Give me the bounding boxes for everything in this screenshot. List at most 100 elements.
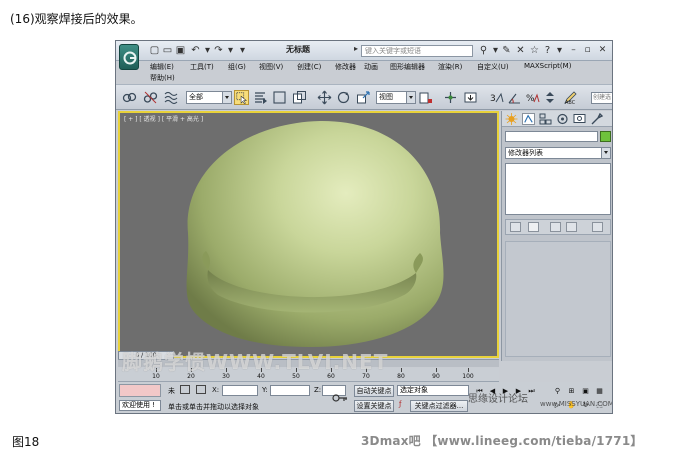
keyboard-shortcut-icon[interactable] bbox=[463, 90, 478, 105]
command-panel: 修改器列表 bbox=[501, 111, 612, 361]
remove-modifier-icon[interactable] bbox=[566, 222, 577, 232]
favorites-icon[interactable]: ☆ bbox=[528, 44, 541, 57]
pin-stack-icon[interactable] bbox=[510, 222, 521, 232]
zoom-all-icon[interactable]: ⊞ bbox=[566, 386, 577, 396]
menu-views[interactable]: 视图(V) bbox=[259, 62, 283, 72]
object-name-field[interactable] bbox=[505, 131, 598, 142]
scale-icon[interactable] bbox=[356, 90, 371, 105]
svg-text:3: 3 bbox=[490, 94, 496, 104]
chevron-right-icon: ▸ bbox=[354, 44, 359, 53]
spinner-snap-icon[interactable] bbox=[543, 90, 558, 105]
create-tab-icon[interactable] bbox=[505, 113, 518, 125]
set-key-button[interactable]: 设置关键点 bbox=[354, 400, 394, 412]
search-input[interactable]: 键入关键字或短语 bbox=[361, 45, 473, 57]
modifier-stack[interactable] bbox=[505, 163, 611, 215]
selected-object-dropdown[interactable]: 选定对象 bbox=[397, 385, 469, 396]
z-coord-label: Z: bbox=[314, 386, 322, 394]
key-filters-button[interactable]: 关键点过滤器... bbox=[410, 400, 468, 412]
x-coord-label: X: bbox=[212, 386, 220, 394]
new-file-icon[interactable]: ▢ bbox=[148, 44, 161, 57]
frame-tick bbox=[468, 368, 469, 372]
angle-snap-icon[interactable] bbox=[507, 90, 522, 105]
absolute-mode-icon[interactable] bbox=[196, 385, 206, 394]
selection-count: 未 bbox=[168, 387, 175, 395]
menu-modifiers[interactable]: 修改器 bbox=[335, 62, 356, 72]
menu-graph-editors[interactable]: 图形编辑器 bbox=[390, 62, 425, 72]
configure-modifier-sets-icon[interactable] bbox=[592, 222, 603, 232]
named-selection-input[interactable]: 创建选 bbox=[591, 92, 612, 104]
menu-help[interactable]: 帮助(H) bbox=[150, 73, 175, 83]
watermark-main: 脚鹅学惯WWW.TLVI.NET bbox=[122, 350, 389, 374]
welded-head-model bbox=[186, 120, 444, 348]
menu-create[interactable]: 创建(C) bbox=[297, 62, 321, 72]
close-button[interactable]: ✕ bbox=[597, 45, 608, 56]
snap-3d-icon[interactable]: 3 bbox=[489, 90, 504, 105]
save-file-icon[interactable]: ▣ bbox=[174, 44, 187, 57]
info-icon[interactable]: ✕ bbox=[514, 44, 527, 57]
modify-tab-icon[interactable] bbox=[522, 113, 535, 125]
status-bar: 未 X: Y: Z: 欢迎使用 ! 单击或单击并拖动以选择对象 自动关键点 设置… bbox=[116, 382, 612, 413]
bind-space-warp-icon[interactable] bbox=[164, 90, 179, 105]
utilities-tab-icon[interactable] bbox=[590, 113, 603, 125]
footer-credit: 3Dmax吧 【www.lineeg.com/tieba/1771】 bbox=[361, 434, 643, 448]
unlink-icon[interactable] bbox=[143, 90, 158, 105]
menu-tools[interactable]: 工具(T) bbox=[190, 62, 214, 72]
menu-group[interactable]: 组(G) bbox=[228, 62, 246, 72]
menu-animation[interactable]: 动画 bbox=[364, 62, 378, 72]
move-icon[interactable] bbox=[317, 90, 332, 105]
project-folder-icon[interactable]: ▾ bbox=[236, 44, 249, 57]
key-mode-icon[interactable]: ƒ bbox=[399, 400, 401, 408]
percent-snap-icon[interactable]: % bbox=[525, 90, 540, 105]
main-toolbar: 全部 视图 3 % ABC 创建选 bbox=[116, 84, 612, 110]
key-icon[interactable] bbox=[332, 392, 348, 404]
help-dropdown-icon[interactable]: ▾ bbox=[553, 44, 566, 57]
perspective-viewport[interactable]: [ + ] [ 透视 ] [ 平滑 + 高光 ] bbox=[118, 111, 499, 358]
menu-maxscript[interactable]: MAXScript(M) bbox=[524, 62, 571, 70]
selection-filter-dropdown[interactable]: 全部 bbox=[186, 91, 232, 104]
hierarchy-tab-icon[interactable] bbox=[539, 113, 552, 125]
motion-tab-icon[interactable] bbox=[556, 113, 569, 125]
menu-bar: 编辑(E) 工具(T) 组(G) 视图(V) 创建(C) 修改器 动画 图形编辑… bbox=[144, 60, 612, 84]
window-crossing-icon[interactable] bbox=[292, 90, 307, 105]
display-tab-icon[interactable] bbox=[573, 113, 586, 125]
maximize-button[interactable]: ▫ bbox=[582, 45, 593, 56]
rotate-icon[interactable] bbox=[336, 90, 351, 105]
document-title: 无标题 bbox=[286, 45, 310, 54]
svg-text:ABC: ABC bbox=[565, 100, 576, 105]
edit-named-selection-icon[interactable]: ABC bbox=[563, 90, 578, 105]
x-coord-field[interactable] bbox=[222, 385, 258, 396]
maxscript-listener-mini[interactable] bbox=[119, 384, 161, 397]
reference-coord-dropdown[interactable]: 视图 bbox=[376, 91, 416, 104]
welcome-field[interactable]: 欢迎使用 ! bbox=[119, 400, 161, 411]
pivot-center-icon[interactable] bbox=[418, 90, 433, 105]
menu-edit[interactable]: 编辑(E) bbox=[150, 62, 174, 72]
zoom-extents-icon[interactable]: ▣ bbox=[580, 386, 591, 396]
stack-controls bbox=[505, 219, 611, 235]
frame-tick bbox=[436, 368, 437, 372]
menu-rendering[interactable]: 渲染(R) bbox=[438, 62, 462, 72]
watermark-url: www.MISSYUAN.COM bbox=[540, 400, 613, 408]
link-icon[interactable] bbox=[122, 90, 137, 105]
app-logo-icon[interactable] bbox=[119, 44, 139, 70]
caption-top: (16)观察焊接后的效果。 bbox=[10, 12, 143, 26]
rectangular-selection-icon[interactable] bbox=[272, 90, 287, 105]
zoom-extents-all-icon[interactable]: ▦ bbox=[594, 386, 605, 396]
y-coord-field[interactable] bbox=[270, 385, 310, 396]
frame-tick bbox=[401, 368, 402, 372]
object-color-swatch[interactable] bbox=[600, 131, 611, 142]
minimize-button[interactable]: – bbox=[568, 45, 579, 56]
selection-lock-icon[interactable] bbox=[180, 385, 190, 394]
make-unique-icon[interactable] bbox=[550, 222, 561, 232]
auto-key-button[interactable]: 自动关键点 bbox=[354, 385, 394, 397]
select-object-icon[interactable] bbox=[234, 90, 249, 105]
reference-coord-value: 视图 bbox=[379, 93, 393, 101]
communication-icon[interactable]: ✎ bbox=[500, 44, 513, 57]
menu-customize[interactable]: 自定义(U) bbox=[477, 62, 509, 72]
select-by-name-icon[interactable] bbox=[253, 90, 268, 105]
select-manipulate-icon[interactable] bbox=[443, 90, 458, 105]
show-end-result-icon[interactable] bbox=[528, 222, 539, 232]
selection-filter-value: 全部 bbox=[189, 93, 203, 101]
zoom-icon[interactable]: ⚲ bbox=[552, 386, 563, 396]
modifier-list-dropdown[interactable]: 修改器列表 bbox=[505, 147, 611, 159]
open-file-icon[interactable]: ▭ bbox=[161, 44, 174, 57]
